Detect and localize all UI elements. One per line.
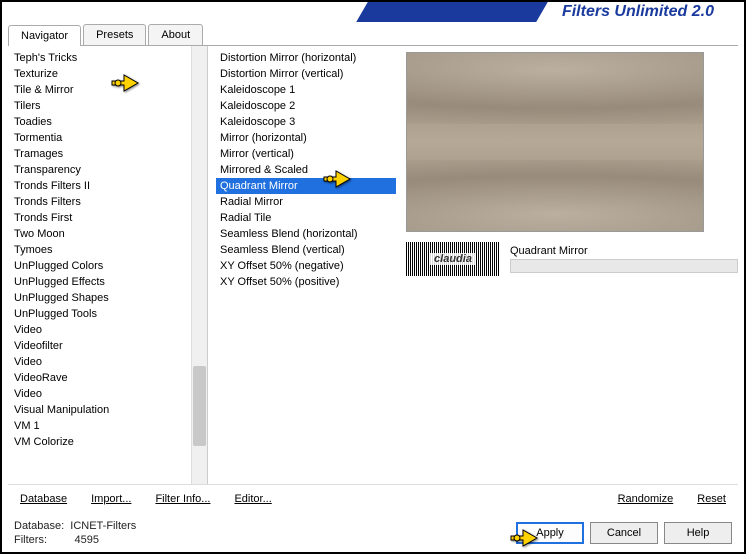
link-button-row: Database Import... Filter Info... Editor… (8, 484, 738, 513)
tab-about[interactable]: About (148, 24, 203, 45)
footer-info: Database: ICNET-Filters Filters: 4595 (14, 519, 136, 547)
list-item[interactable]: Quadrant Mirror (216, 178, 396, 194)
list-item[interactable]: Distortion Mirror (horizontal) (216, 50, 396, 66)
tab-presets[interactable]: Presets (83, 24, 146, 45)
list-item[interactable]: Mirrored & Scaled (216, 162, 396, 178)
watermark-logo: claudia (406, 242, 500, 276)
list-item[interactable]: Radial Tile (216, 210, 396, 226)
list-item[interactable]: Tilers (10, 98, 189, 114)
reset-button[interactable]: Reset (697, 491, 726, 507)
list-item[interactable]: Seamless Blend (vertical) (216, 242, 396, 258)
list-item[interactable]: UnPlugged Effects (10, 274, 189, 290)
cancel-button[interactable]: Cancel (590, 522, 658, 544)
list-item[interactable]: Mirror (horizontal) (216, 130, 396, 146)
list-item[interactable]: VM Colorize (10, 434, 189, 450)
scroll-thumb[interactable] (193, 366, 206, 446)
editor-button[interactable]: Editor... (234, 491, 271, 507)
list-item[interactable]: Tramages (10, 146, 189, 162)
list-item[interactable]: Toadies (10, 114, 189, 130)
list-item[interactable]: VideoRave (10, 370, 189, 386)
list-item[interactable]: Kaleidoscope 2 (216, 98, 396, 114)
tabs: Navigator Presets About (8, 24, 738, 46)
list-item[interactable]: Tymoes (10, 242, 189, 258)
list-item[interactable]: UnPlugged Tools (10, 306, 189, 322)
list-item[interactable]: Tronds First (10, 210, 189, 226)
filter-list[interactable]: Distortion Mirror (horizontal)Distortion… (214, 46, 398, 294)
randomize-button[interactable]: Randomize (618, 491, 674, 507)
list-item[interactable]: UnPlugged Shapes (10, 290, 189, 306)
filter-value-bar (510, 259, 738, 273)
list-item[interactable]: Tronds Filters (10, 194, 189, 210)
apply-button[interactable]: Apply (516, 522, 584, 544)
preview-image (406, 52, 704, 232)
list-item[interactable]: Videofilter (10, 338, 189, 354)
list-item[interactable]: Radial Mirror (216, 194, 396, 210)
list-item[interactable]: Tronds Filters II (10, 178, 189, 194)
list-item[interactable]: Visual Manipulation (10, 402, 189, 418)
list-item[interactable]: Video (10, 354, 189, 370)
list-item[interactable]: Distortion Mirror (vertical) (216, 66, 396, 82)
category-list[interactable]: Teph's TricksTexturizeTile & MirrorTiler… (8, 46, 191, 484)
filter-info-button[interactable]: Filter Info... (155, 491, 210, 507)
list-item[interactable]: Texturize (10, 66, 189, 82)
database-button[interactable]: Database (20, 491, 67, 507)
list-item[interactable]: UnPlugged Colors (10, 258, 189, 274)
list-item[interactable]: VM 1 (10, 418, 189, 434)
list-item[interactable]: Video (10, 322, 189, 338)
list-item[interactable]: XY Offset 50% (positive) (216, 274, 396, 290)
import-button[interactable]: Import... (91, 491, 131, 507)
list-item[interactable]: Kaleidoscope 3 (216, 114, 396, 130)
app-title: Filters Unlimited 2.0 (542, 3, 734, 21)
list-item[interactable]: Teph's Tricks (10, 50, 189, 66)
list-item[interactable]: Mirror (vertical) (216, 146, 396, 162)
list-item[interactable]: Tile & Mirror (10, 82, 189, 98)
list-item[interactable]: Video (10, 386, 189, 402)
help-button[interactable]: Help (664, 522, 732, 544)
list-item[interactable]: XY Offset 50% (negative) (216, 258, 396, 274)
current-filter-name: Quadrant Mirror (510, 245, 738, 259)
category-scrollbar[interactable] (191, 46, 207, 484)
list-item[interactable]: Kaleidoscope 1 (216, 82, 396, 98)
list-item[interactable]: Two Moon (10, 226, 189, 242)
list-item[interactable]: Transparency (10, 162, 189, 178)
list-item[interactable]: Tormentia (10, 130, 189, 146)
list-item[interactable]: Seamless Blend (horizontal) (216, 226, 396, 242)
tab-navigator[interactable]: Navigator (8, 25, 81, 46)
